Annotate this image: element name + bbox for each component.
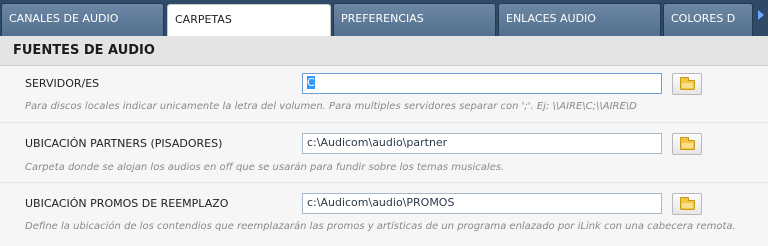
- tab-label: ENLACES AUDIO: [506, 12, 596, 25]
- folder-icon: [680, 197, 695, 210]
- folder-icon: [680, 137, 695, 150]
- partners-label: UBICACIÓN PARTNERS (PISADORES): [25, 137, 223, 150]
- partners-value: c:\Audicom\audio\partner: [307, 136, 448, 149]
- tab-bar: CANALES DE AUDIO CARPETAS PREFERENCIAS E…: [0, 0, 768, 36]
- folder-icon: [680, 77, 695, 90]
- tab-preferencias[interactable]: PREFERENCIAS: [333, 3, 496, 36]
- servidores-label: SERVIDOR/ES: [25, 77, 100, 90]
- promos-value: c:\Audicom\audio\PROMOS: [307, 196, 455, 209]
- tab-label: COLORES D: [671, 12, 736, 25]
- servidores-help: Para discos locales indicar unicamente l…: [25, 101, 637, 112]
- promos-input[interactable]: c:\Audicom\audio\PROMOS: [302, 193, 662, 214]
- tab-carpetas[interactable]: CARPETAS: [167, 4, 331, 36]
- section-title: FUENTES DE AUDIO: [13, 43, 155, 58]
- tab-canales-de-audio[interactable]: CANALES DE AUDIO: [1, 3, 164, 36]
- partners-input[interactable]: c:\Audicom\audio\partner: [302, 133, 662, 154]
- browse-partners-button[interactable]: [672, 133, 702, 155]
- tab-label: PREFERENCIAS: [341, 12, 424, 25]
- browse-promos-button[interactable]: [672, 193, 702, 215]
- divider: [0, 122, 768, 123]
- servidores-value: C: [307, 76, 315, 89]
- servidores-input[interactable]: C: [302, 73, 662, 94]
- chevron-right-icon[interactable]: [758, 10, 764, 20]
- section-header: FUENTES DE AUDIO: [0, 36, 768, 66]
- promos-help: Define la ubicación de los contendios qu…: [25, 221, 736, 232]
- tab-enlaces-audio[interactable]: ENLACES AUDIO: [498, 3, 661, 36]
- tab-label: CANALES DE AUDIO: [9, 12, 119, 25]
- partners-help: Carpeta donde se alojan los audios en of…: [25, 162, 505, 173]
- promos-label: UBICACIÓN PROMOS DE REEMPLAZO: [25, 197, 229, 210]
- divider: [0, 182, 768, 183]
- browse-servidores-button[interactable]: [672, 73, 702, 95]
- tab-label: CARPETAS: [175, 13, 232, 26]
- tab-colores[interactable]: COLORES D: [663, 3, 753, 36]
